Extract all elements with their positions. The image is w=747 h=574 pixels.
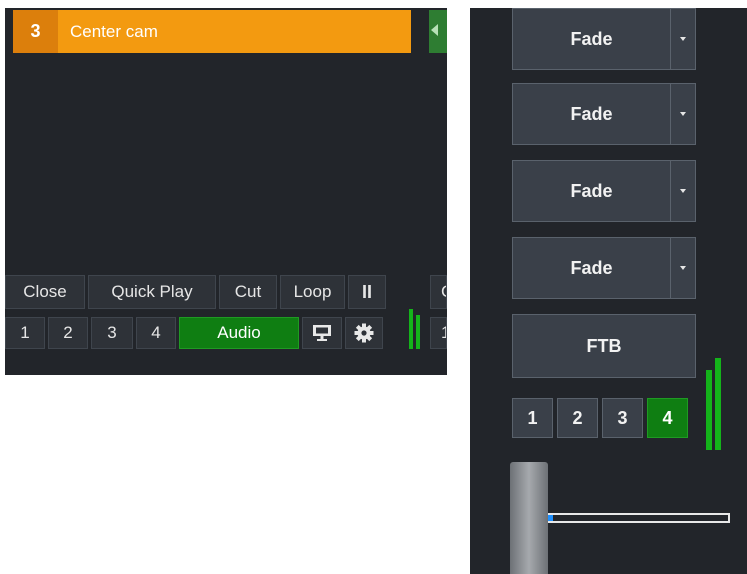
transition-panel: Fade Fade Fade Fade FTB 1 2 3 4 xyxy=(470,8,747,574)
transition-3[interactable]: Fade xyxy=(512,160,696,222)
chevron-down-icon xyxy=(680,266,686,270)
transition-1-label[interactable]: Fade xyxy=(513,9,670,69)
playback-controls: Close Quick Play Cut Loop II xyxy=(5,275,389,309)
master-level-meter xyxy=(706,358,726,450)
overlay-controls: 1 2 3 4 Audio xyxy=(5,317,386,349)
overlay-4-button[interactable]: 4 xyxy=(136,317,176,349)
transition-3-dropdown[interactable] xyxy=(670,161,695,221)
loop-button[interactable]: Loop xyxy=(280,275,345,309)
pause-icon: II xyxy=(361,281,372,302)
close-button[interactable]: Close xyxy=(5,275,85,309)
mix-3-button[interactable]: 3 xyxy=(602,398,643,438)
input-panel: 3 Center cam Close Quick Play Cut Loop I… xyxy=(5,8,447,375)
external-output-button[interactable] xyxy=(302,317,342,349)
monitor-icon xyxy=(313,325,331,341)
master-level-right xyxy=(715,358,721,450)
cut-button[interactable]: Cut xyxy=(219,275,277,309)
arrow-left-icon xyxy=(431,24,438,36)
pause-button[interactable]: II xyxy=(348,275,386,309)
ftb-button[interactable]: FTB xyxy=(512,314,696,378)
overlay-2-button[interactable]: 2 xyxy=(48,317,88,349)
settings-button[interactable] xyxy=(345,317,383,349)
input-title-bar[interactable]: 3 Center cam xyxy=(13,10,411,53)
transition-2[interactable]: Fade xyxy=(512,83,696,145)
t-bar-handle[interactable] xyxy=(510,462,548,574)
audio-button[interactable]: Audio xyxy=(179,317,299,349)
overlay-1-button[interactable]: 1 xyxy=(5,317,45,349)
quick-play-button[interactable]: Quick Play xyxy=(88,275,216,309)
transition-2-dropdown[interactable] xyxy=(670,84,695,144)
transition-4-label[interactable]: Fade xyxy=(513,238,670,298)
overlay-3-button[interactable]: 3 xyxy=(91,317,133,349)
master-level-left xyxy=(706,370,712,450)
transition-4-dropdown[interactable] xyxy=(670,238,695,298)
input-number: 3 xyxy=(13,10,58,53)
transition-3-label[interactable]: Fade xyxy=(513,161,670,221)
transition-2-label[interactable]: Fade xyxy=(513,84,670,144)
chevron-down-icon xyxy=(680,37,686,41)
transition-1[interactable]: Fade xyxy=(512,8,696,70)
edge-button-bottom[interactable]: 1 xyxy=(430,317,447,349)
chevron-down-icon xyxy=(680,112,686,116)
next-input-edge[interactable] xyxy=(429,10,447,53)
edge-button-top[interactable]: C xyxy=(430,275,447,309)
mix-2-button[interactable]: 2 xyxy=(557,398,598,438)
transition-4[interactable]: Fade xyxy=(512,237,696,299)
transition-1-dropdown[interactable] xyxy=(670,9,695,69)
audio-level-meter xyxy=(409,309,423,349)
mix-selector: 1 2 3 4 xyxy=(512,398,692,438)
mix-1-button[interactable]: 1 xyxy=(512,398,553,438)
input-name: Center cam xyxy=(70,21,158,41)
level-bar-left xyxy=(409,309,413,349)
level-bar-right xyxy=(416,315,420,349)
chevron-down-icon xyxy=(680,189,686,193)
mix-4-button[interactable]: 4 xyxy=(647,398,688,438)
gear-icon xyxy=(354,323,374,343)
